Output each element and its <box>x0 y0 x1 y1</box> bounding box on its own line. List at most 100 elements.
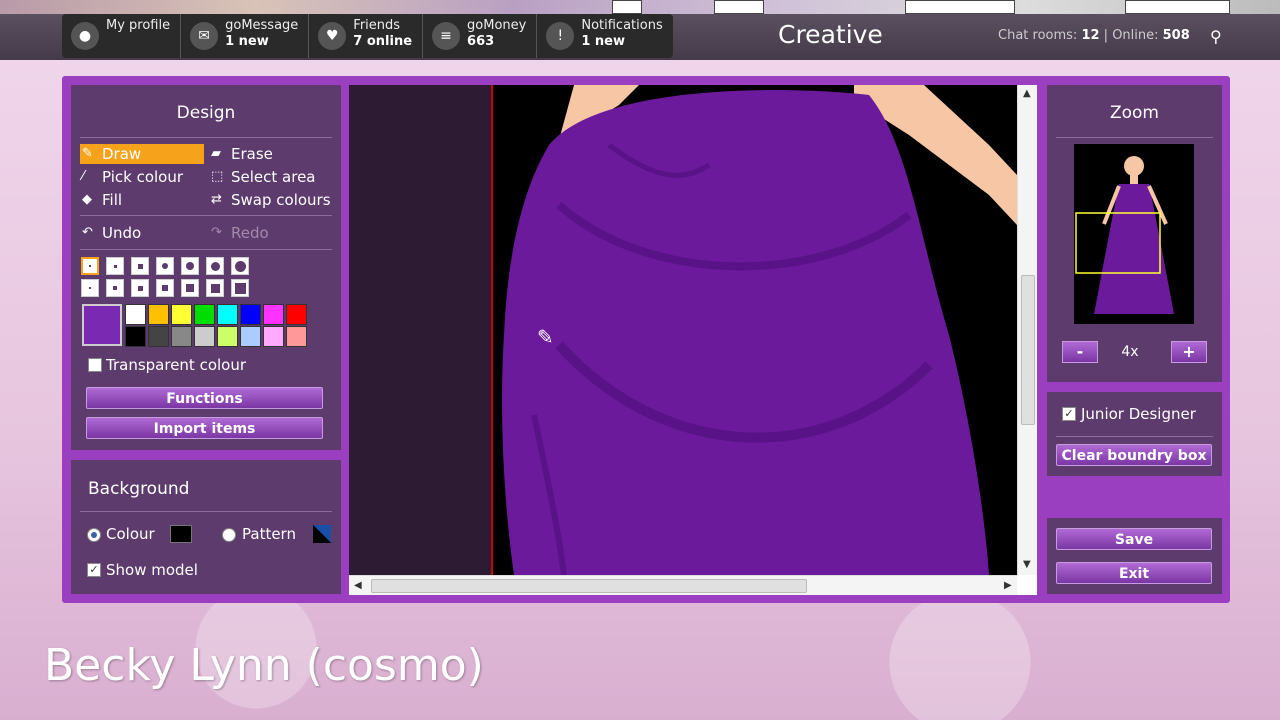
functions-button[interactable]: Functions <box>86 387 323 409</box>
nav-gomessage[interactable]: ✉ goMessage 1 new <box>181 14 310 58</box>
undo-label: Undo <box>102 224 142 242</box>
brush-size-2[interactable] <box>106 257 124 275</box>
palette-swatch[interactable] <box>240 326 261 347</box>
palette-swatch[interactable] <box>240 304 261 325</box>
zoom-out-button[interactable]: - <box>1062 341 1098 363</box>
brush-size-3[interactable] <box>131 257 149 275</box>
eyedropper-icon: ⁄ <box>82 169 85 184</box>
palette-swatch[interactable] <box>263 326 284 347</box>
nav-label: Friends <box>353 18 401 33</box>
junior-designer-label: Junior Designer <box>1081 405 1196 423</box>
nav-notifications[interactable]: ! Notifications 1 new <box>537 14 672 58</box>
palette-swatch[interactable] <box>171 326 192 347</box>
horizontal-scroll-thumb[interactable] <box>371 579 807 593</box>
erase-label: Erase <box>231 145 273 163</box>
drawing-canvas[interactable]: ✎ <box>349 85 1017 575</box>
undo-icon: ↶ <box>82 225 93 240</box>
banner-item <box>612 0 642 14</box>
palette-swatch[interactable] <box>148 326 169 347</box>
transparent-colour-label: Transparent colour <box>106 356 247 374</box>
palette-swatch[interactable] <box>194 304 215 325</box>
search-icon[interactable]: ⚲ <box>1210 27 1222 46</box>
redo-button[interactable]: ↷ Redo <box>209 223 269 243</box>
vertical-scroll-thumb[interactable] <box>1021 275 1035 425</box>
pick-colour-tool[interactable]: ⁄ Pick colour <box>80 167 183 187</box>
pattern-radio[interactable] <box>222 528 236 542</box>
banner-item <box>714 0 764 14</box>
transparent-colour-checkbox[interactable] <box>88 358 102 372</box>
divider <box>1056 436 1213 437</box>
dress-shape <box>502 90 989 575</box>
palette-swatch[interactable] <box>125 326 146 347</box>
junior-designer-checkbox[interactable]: ✓ <box>1062 407 1076 421</box>
brush-size-8[interactable] <box>81 279 99 297</box>
brush-size-12[interactable] <box>181 279 199 297</box>
import-items-button[interactable]: Import items <box>86 417 323 439</box>
palette-swatch[interactable] <box>171 304 192 325</box>
scroll-left-icon[interactable]: ◀ <box>354 580 362 591</box>
palette-swatch[interactable] <box>125 304 146 325</box>
divider <box>80 249 332 250</box>
palette-swatch[interactable] <box>194 326 215 347</box>
pattern-swatch[interactable] <box>313 525 331 543</box>
palette-swatch[interactable] <box>286 304 307 325</box>
save-button[interactable]: Save <box>1056 528 1212 550</box>
brush-size-4[interactable] <box>156 257 174 275</box>
palette-swatch[interactable] <box>286 326 307 347</box>
swap-colours-tool[interactable]: ⇄ Swap colours <box>209 190 331 210</box>
show-model-checkbox[interactable]: ✓ <box>87 563 101 577</box>
zoom-level: 4x <box>1121 344 1139 360</box>
palette-swatch[interactable] <box>263 304 284 325</box>
fill-label: Fill <box>102 191 123 209</box>
divider <box>80 137 332 138</box>
horizontal-scrollbar[interactable]: ◀ ▶ <box>349 575 1017 595</box>
select-area-icon: ⬚ <box>211 169 224 184</box>
nav-label: goMoney <box>467 18 527 33</box>
nav-my-profile[interactable]: ● My profile <box>62 14 182 58</box>
brush-size-11[interactable] <box>156 279 174 297</box>
brush-size-1[interactable] <box>81 257 99 275</box>
brush-size-13[interactable] <box>206 279 224 297</box>
scroll-right-icon[interactable]: ▶ <box>1004 580 1012 591</box>
scroll-up-icon[interactable]: ▲ <box>1023 88 1031 99</box>
pencil-cursor-icon: ✎ <box>537 325 554 349</box>
design-title: Design <box>176 103 236 123</box>
zoom-in-button[interactable]: + <box>1171 341 1207 363</box>
clear-boundry-box-button[interactable]: Clear boundry box <box>1056 444 1212 466</box>
chat-rooms-count: 12 <box>1081 28 1100 43</box>
nav-sub: 7 online <box>353 34 413 49</box>
current-colour[interactable] <box>82 304 122 346</box>
scroll-down-icon[interactable]: ▼ <box>1023 559 1031 570</box>
online-count: 508 <box>1162 28 1190 43</box>
draw-tool[interactable]: ✎ Draw <box>80 144 204 164</box>
user-icon: ● <box>71 22 99 50</box>
brush-size-7[interactable] <box>231 257 249 275</box>
banner-item <box>905 0 1015 14</box>
brush-size-6[interactable] <box>206 257 224 275</box>
palette-swatch[interactable] <box>148 304 169 325</box>
undo-button[interactable]: ↶ Undo <box>80 223 141 243</box>
nav-label: goMessage <box>225 18 299 33</box>
zoom-preview[interactable] <box>1074 144 1194 324</box>
swap-colours-icon: ⇄ <box>211 192 222 207</box>
video-caption: Becky Lynn (cosmo) <box>44 640 484 691</box>
nav-gomoney[interactable]: ≡ goMoney 663 <box>423 14 538 58</box>
divider <box>80 215 332 216</box>
pattern-radio-label: Pattern <box>242 525 296 543</box>
brush-size-9[interactable] <box>106 279 124 297</box>
brush-size-10[interactable] <box>131 279 149 297</box>
erase-tool[interactable]: ▰ Erase <box>209 144 273 164</box>
fill-tool[interactable]: ◆ Fill <box>80 190 122 210</box>
exit-button[interactable]: Exit <box>1056 562 1212 584</box>
brush-size-14[interactable] <box>231 279 249 297</box>
background-colour-swatch[interactable] <box>170 525 192 543</box>
palette-swatch[interactable] <box>217 326 238 347</box>
palette-swatch[interactable] <box>217 304 238 325</box>
nav-friends[interactable]: ♥ Friends 7 online <box>309 14 424 58</box>
brush-size-5[interactable] <box>181 257 199 275</box>
vertical-scrollbar[interactable]: ▲ ▼ <box>1017 85 1037 575</box>
pick-colour-label: Pick colour <box>102 168 184 186</box>
chat-stats: Chat rooms: 12 | Online: 508 <box>998 28 1190 43</box>
select-area-tool[interactable]: ⬚ Select area <box>209 167 316 187</box>
colour-radio[interactable] <box>87 528 101 542</box>
